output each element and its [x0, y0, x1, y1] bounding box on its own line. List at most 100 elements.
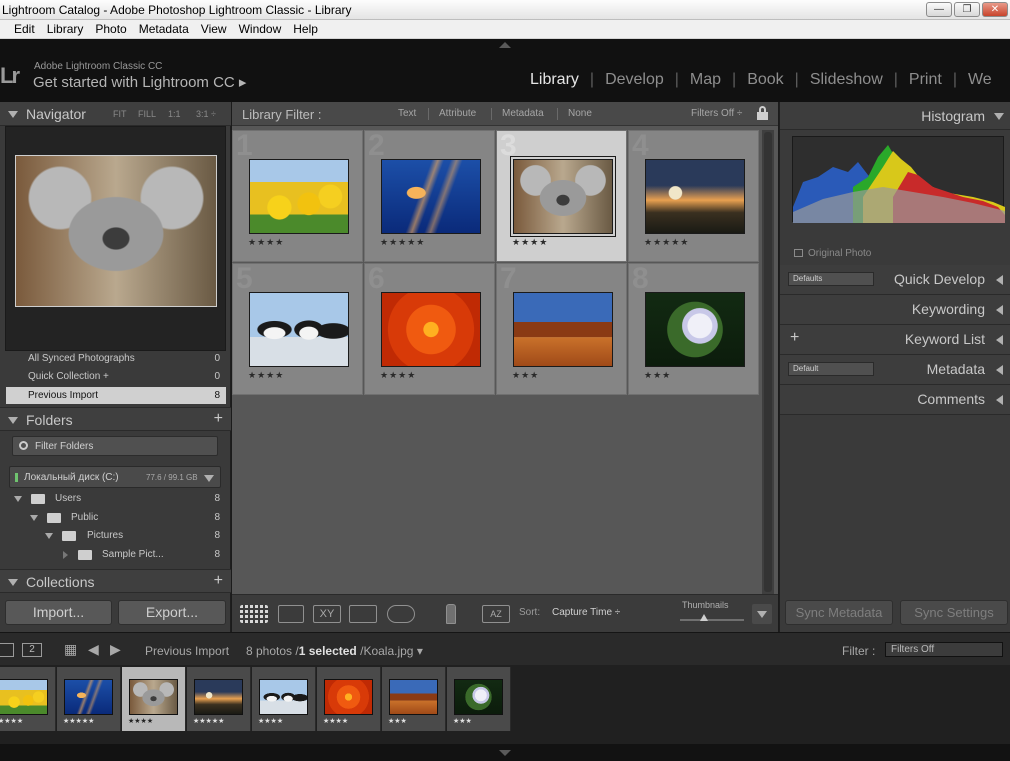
histogram-header[interactable]: Histogram [780, 102, 1010, 130]
thumbnail-image[interactable] [381, 292, 481, 367]
toolbar-menu-button[interactable] [752, 604, 772, 624]
folders-header[interactable]: Folders + [0, 407, 231, 431]
top-panel-toggle-icon[interactable] [499, 42, 511, 48]
thumbnail-image[interactable] [324, 679, 373, 715]
menu-help[interactable]: Help [287, 20, 324, 38]
filmstrip-thumb[interactable]: ★★★ [447, 667, 511, 731]
module-develop[interactable]: Develop [605, 71, 664, 89]
menu-metadata[interactable]: Metadata [133, 20, 195, 38]
filmstrip-thumb[interactable]: ★★★ [382, 667, 446, 731]
sort-direction-icon[interactable]: AZ [482, 605, 510, 623]
lock-icon[interactable] [757, 106, 768, 120]
filter-preset-select[interactable]: Filters Off ÷ [691, 108, 742, 119]
filmstrip-thumb[interactable]: ★★★★ [317, 667, 381, 731]
grid-view-icon[interactable] [240, 605, 268, 623]
filter-folders-input[interactable]: Filter Folders [12, 436, 218, 456]
filter-metadata[interactable]: Metadata [502, 108, 544, 119]
navigator-header[interactable]: Navigator FIT FILL 1:1 3:1 ÷ [0, 102, 231, 126]
import-button[interactable]: Import... [5, 600, 112, 625]
volume-bar[interactable]: Локальный диск (C:) 77.6 / 99.1 GB [9, 466, 221, 488]
compare-view-icon[interactable]: XY [313, 605, 341, 623]
module-book[interactable]: Book [747, 71, 783, 89]
folder-pictures[interactable]: Pictures 8 [8, 527, 224, 545]
keywording-header[interactable]: Keywording [780, 295, 1010, 325]
filmstrip-thumb-selected[interactable]: ★★★★ [122, 667, 186, 731]
navigator-preview[interactable] [5, 126, 226, 351]
star-rating[interactable]: ★★★★ [512, 237, 548, 248]
maximize-button[interactable]: ❐ [954, 2, 980, 17]
grid-cell[interactable]: 5 ★★★★ [232, 262, 363, 395]
bottom-panel-toggle-icon[interactable] [499, 750, 511, 756]
close-button[interactable]: ✕ [982, 2, 1008, 17]
thumbnail-image[interactable] [645, 159, 745, 234]
thumbnail-image[interactable] [64, 679, 113, 715]
zoom-fill[interactable]: FILL [138, 109, 156, 119]
sync-metadata-button[interactable]: Sync Metadata [785, 600, 893, 625]
quick-develop-preset-select[interactable]: Defaults [788, 272, 874, 286]
menu-edit[interactable]: Edit [8, 20, 41, 38]
folder-sample-pictures[interactable]: Sample Pict... 8 [8, 546, 224, 564]
filmstrip-thumb[interactable]: ★★★★ [252, 667, 316, 731]
star-rating[interactable]: ★★★★★ [380, 237, 425, 248]
filter-none[interactable]: None [568, 108, 592, 119]
metadata-header[interactable]: Default Metadata [780, 355, 1010, 385]
grid-cell[interactable]: 2 ★★★★★ [364, 129, 495, 262]
zoom-1-1[interactable]: 1:1 [168, 109, 181, 119]
thumbnail-image[interactable] [510, 156, 616, 237]
filmstrip-thumb[interactable]: ★★★★★ [57, 667, 121, 731]
grid-scrollbar-thumb[interactable] [764, 132, 772, 592]
original-photo-toggle[interactable]: Original Photo [794, 248, 871, 259]
grid-cell[interactable]: 8 ★★★ [628, 262, 759, 395]
menu-photo[interactable]: Photo [89, 20, 132, 38]
loupe-view-icon[interactable] [278, 605, 304, 623]
thumbnail-image[interactable] [249, 159, 349, 234]
painter-spray-icon[interactable] [446, 604, 456, 624]
back-arrow-icon[interactable]: ◀ [88, 641, 99, 658]
sync-settings-button[interactable]: Sync Settings [900, 600, 1008, 625]
navigator-image[interactable] [15, 155, 217, 307]
star-rating[interactable]: ★★★★ [248, 237, 284, 248]
survey-view-icon[interactable] [349, 605, 377, 623]
module-library[interactable]: Library [530, 71, 579, 89]
filmstrip-thumb[interactable]: ★★★★★ [187, 667, 251, 731]
star-rating[interactable]: ★★★★ [248, 370, 284, 381]
forward-arrow-icon[interactable]: ▶ [110, 641, 121, 658]
expand-triangle-icon[interactable] [63, 551, 68, 559]
add-collection-icon[interactable]: + [214, 572, 223, 590]
star-rating[interactable]: ★★★ [644, 370, 671, 381]
thumbnail-size-slider[interactable] [680, 619, 744, 621]
checkbox-icon[interactable] [794, 249, 803, 257]
zoom-3-1[interactable]: 3:1 ÷ [196, 109, 216, 119]
thumbnail-image[interactable] [0, 679, 48, 715]
filmstrip-thumb[interactable]: ★★★★ [0, 667, 56, 731]
catalog-quick-collection[interactable]: Quick Collection + 0 [6, 368, 226, 385]
grid-cell[interactable]: 7 ★★★ [496, 262, 627, 395]
filmstrip-source[interactable]: Previous Import [145, 644, 229, 658]
metadata-preset-select[interactable]: Default [788, 362, 874, 376]
grid-cell-selected[interactable]: 3 ★★★★ [496, 129, 627, 262]
catalog-previous-import[interactable]: Previous Import 8 [6, 387, 226, 404]
menu-view[interactable]: View [195, 20, 233, 38]
thumbnail-image[interactable] [249, 292, 349, 367]
minimize-button[interactable]: — [926, 2, 952, 17]
thumbnail-image[interactable] [194, 679, 243, 715]
module-map[interactable]: Map [690, 71, 721, 89]
thumbnail-image[interactable] [454, 679, 503, 715]
export-button[interactable]: Export... [118, 600, 226, 625]
thumbnail-image[interactable] [381, 159, 481, 234]
expand-triangle-icon[interactable] [30, 515, 38, 521]
grid-cell[interactable]: 4 ★★★★★ [628, 129, 759, 262]
thumbnail-image[interactable] [259, 679, 308, 715]
main-window-button[interactable] [0, 643, 14, 657]
quick-develop-header[interactable]: Defaults Quick Develop [780, 265, 1010, 295]
catalog-all-synced[interactable]: All Synced Photographs 0 [6, 350, 226, 367]
filter-attribute[interactable]: Attribute [439, 108, 476, 119]
grid-scrollbar[interactable] [762, 130, 774, 600]
people-view-icon[interactable] [387, 605, 415, 623]
add-keyword-icon[interactable]: + [790, 329, 799, 347]
thumbnail-image[interactable] [389, 679, 438, 715]
star-rating[interactable]: ★★★★ [380, 370, 416, 381]
module-web[interactable]: We [968, 71, 992, 89]
menu-window[interactable]: Window [233, 20, 288, 38]
comments-header[interactable]: Comments [780, 385, 1010, 415]
